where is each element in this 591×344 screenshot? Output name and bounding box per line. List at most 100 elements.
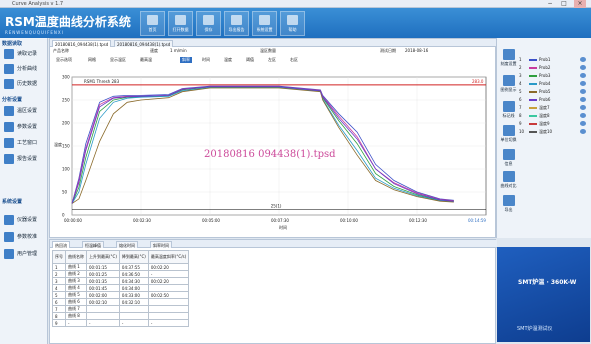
legend-num: 4	[519, 81, 522, 86]
table-header-cell[interactable]: 降到最高(°C)	[118, 250, 149, 264]
table-header-cell[interactable]: 最高温度斜率(°C/s)	[147, 250, 190, 264]
y-tick-label: 250	[62, 98, 70, 103]
marker-button[interactable]: 标记线	[499, 100, 518, 122]
sidebar-item-calibration[interactable]: 参数校准	[4, 231, 46, 243]
legend-name: 温度9	[539, 121, 550, 126]
ctrl-right-zone[interactable]: 右区	[290, 57, 298, 63]
minimize-button[interactable]: −	[544, 0, 556, 8]
toolbar-export-button[interactable]: 导出报告	[224, 11, 249, 36]
toolbar-open-button[interactable]: 打开数据	[168, 11, 193, 36]
tab-slope[interactable]: 斜率时间	[150, 241, 172, 248]
table-cell: 04:37:55	[118, 263, 149, 271]
date-label: 测试日期	[380, 48, 396, 53]
info-button[interactable]: 信息	[499, 148, 518, 170]
toolbar-settings-button[interactable]: 系统设置	[252, 11, 277, 36]
table-row[interactable]: 2 曲线 2 00:01:25 04:36:50-	[52, 270, 190, 278]
table-row[interactable]: 3 曲线 3 00:01:35 04:34:30 00:02:20	[52, 277, 190, 285]
compare-icon	[502, 171, 515, 182]
table-cell: -	[147, 270, 190, 278]
toolbar-save-button[interactable]: 保存	[196, 11, 221, 36]
compare-button[interactable]: 曲线对比	[499, 170, 518, 192]
sidebar-item-process-window[interactable]: 工艺窗口	[4, 137, 46, 149]
ctrl-threshold[interactable]: 阈值	[246, 57, 254, 63]
file-tab-1[interactable]: 20180816_094438(1).tpsd	[52, 40, 112, 47]
sidebar-item-param-settings[interactable]: 参数设置	[4, 121, 46, 133]
table-row[interactable]: 9----	[52, 319, 190, 327]
eye-icon[interactable]	[580, 89, 586, 94]
eye-icon[interactable]	[580, 73, 586, 78]
eye-icon[interactable]	[580, 121, 586, 126]
export-icon	[231, 15, 242, 25]
ctrl-peak[interactable]: 最高温	[140, 57, 152, 63]
legend-row[interactable]: 5 Prob5	[519, 88, 589, 96]
legend-row[interactable]: 6 Prob6	[519, 96, 589, 104]
temperature-chart[interactable]: RSM1 Thresh 283 283.0 25(1) 00:00:00 00:02:3…	[50, 65, 497, 239]
toolbar-home-button[interactable]: 首页	[140, 11, 165, 36]
file-tab-2[interactable]: 20180816_094438(1).tpsd	[114, 40, 174, 47]
table-row[interactable]: 7 曲线 7	[52, 305, 190, 313]
table-row[interactable]: 4 曲线 4 00:01:45 04:34:00	[52, 284, 190, 292]
speed-value: 1 m/min	[170, 48, 187, 53]
legend-row[interactable]: 9 温度9	[519, 120, 589, 128]
sidebar-item-analyze-curve[interactable]: 分析曲线	[4, 63, 46, 75]
eye-icon[interactable]	[580, 57, 586, 62]
eye-icon[interactable]	[580, 81, 586, 86]
table-cell: 曲线 5	[65, 291, 87, 299]
toolbar-help-button[interactable]: 帮助	[280, 11, 305, 36]
legend-button[interactable]: 图例显示	[499, 74, 518, 96]
ctrl-display[interactable]: 显示选项	[56, 57, 72, 63]
history-icon	[4, 79, 14, 89]
table-row[interactable]: 5 曲线 5 00:02:00 04:33:00 00:02:50	[52, 291, 190, 299]
export-curve-button[interactable]: 导出	[499, 194, 518, 216]
sidebar-item-history[interactable]: 历史数据	[4, 78, 46, 90]
x-tick-label: 00:02:30	[133, 218, 151, 223]
eye-icon[interactable]	[580, 105, 586, 110]
ctrl-time[interactable]: 时间	[202, 57, 210, 63]
tab-peak[interactable]: 恒温峰值	[82, 241, 104, 248]
ctrl-zone[interactable]: 显示温区	[110, 57, 126, 63]
close-button[interactable]: ×	[574, 0, 586, 8]
table-row[interactable]: 8 曲线 8	[52, 312, 190, 320]
sidebar-item-device[interactable]: 仪器设置	[4, 214, 46, 226]
sidebar-item-users[interactable]: 用户管理	[4, 248, 46, 260]
table-cell: 00:02:20	[147, 277, 190, 285]
legend-row[interactable]: 3 Prob3	[519, 72, 589, 80]
table-row[interactable]: 6 曲线 6 00:02:10 04:32:10	[52, 298, 190, 306]
legend-row[interactable]: 8 温度8	[519, 112, 589, 120]
ctrl-left-zone[interactable]: 左区	[268, 57, 276, 63]
maximize-button[interactable]: □	[558, 0, 570, 8]
table-cell: 4	[52, 284, 66, 292]
unit-button[interactable]: 单位切换	[499, 124, 518, 146]
legend-row[interactable]: 2 Prob2	[519, 64, 589, 72]
eye-icon[interactable]	[580, 65, 586, 70]
table-cell: 04:33:00	[118, 291, 149, 299]
product-banner[interactable]: SMT炉温 · 360K-W SMT炉温测试仪	[497, 247, 590, 342]
table-cell: 曲线 8	[65, 312, 87, 320]
legend-row[interactable]: 7 温度7	[519, 104, 589, 112]
table-row[interactable]: 1 曲线 1 00:01:15 04:37:55 00:02:20	[52, 263, 190, 271]
table-header-cell[interactable]: 序号	[52, 250, 66, 264]
sidebar-item-zone-settings[interactable]: 温区设置	[4, 105, 46, 117]
table-header-cell[interactable]: 上升到最高(°C)	[86, 250, 120, 264]
table-cell: 5	[52, 291, 66, 299]
eye-icon[interactable]	[580, 97, 586, 102]
ctrl-temp[interactable]: 温度	[224, 57, 232, 63]
table-cell: 曲线 6	[65, 298, 87, 306]
ctrl-grid[interactable]: 网格	[88, 57, 96, 63]
eye-icon[interactable]	[580, 129, 586, 134]
sidebar-item-read-record[interactable]: 读取记录	[4, 48, 46, 60]
tab-reflow[interactable]: 热回流	[52, 241, 70, 248]
export-icon	[502, 195, 515, 206]
ctrl-slope[interactable]: 斜率	[180, 57, 192, 63]
legend-row[interactable]: 1 Prob1	[519, 56, 589, 64]
legend-row[interactable]: 4 Prob4	[519, 80, 589, 88]
legend-row[interactable]: 10 温度10	[519, 128, 589, 136]
table-cell	[86, 305, 120, 313]
sidebar-item-report-settings[interactable]: 报告设置	[4, 153, 46, 165]
help-icon	[287, 15, 298, 25]
table-header-cell[interactable]: 曲线名称	[65, 250, 87, 264]
scale-button[interactable]: 刻度设置	[499, 48, 518, 70]
tab-melt[interactable]: 熔化时间	[116, 241, 138, 248]
table-cell: 00:02:10	[86, 298, 120, 306]
eye-icon[interactable]	[580, 113, 586, 118]
